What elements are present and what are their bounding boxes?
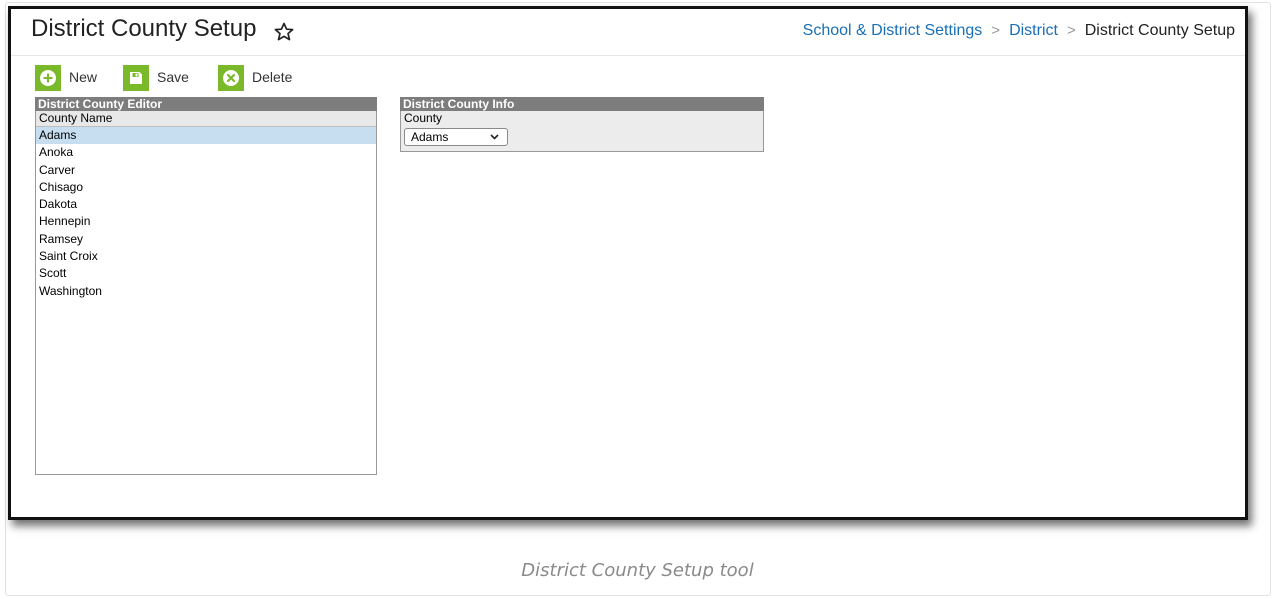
new-label: New	[69, 69, 98, 85]
breadcrumb-separator-icon: >	[1066, 22, 1076, 39]
breadcrumb-school-district-settings[interactable]: School & District Settings	[803, 22, 983, 39]
county-list-item[interactable]: Dakota	[36, 196, 376, 213]
breadcrumb-current: District County Setup	[1084, 22, 1235, 39]
save-label: Save	[157, 69, 189, 85]
delete-button[interactable]: Delete	[218, 65, 303, 91]
new-button[interactable]: New	[35, 65, 105, 91]
county-list-item[interactable]: Carver	[36, 162, 376, 179]
county-name-column-header[interactable]: County Name	[36, 111, 376, 127]
app-window: District County Setup School & District …	[8, 6, 1248, 520]
plus-circle-icon	[35, 65, 61, 91]
district-county-info: District County Info County Adams	[400, 97, 764, 152]
page-title: District County Setup	[31, 15, 257, 42]
county-list-item[interactable]: Saint Croix	[36, 248, 376, 265]
county-list-item[interactable]: Hennepin	[36, 213, 376, 230]
chevron-down-icon	[490, 134, 499, 140]
county-list-item[interactable]: Scott	[36, 265, 376, 282]
breadcrumb-district[interactable]: District	[1009, 22, 1058, 39]
breadcrumb: School & District Settings > District > Dist…	[803, 22, 1235, 40]
floppy-disk-icon	[123, 65, 149, 91]
county-label: County	[404, 111, 443, 125]
county-select[interactable]: Adams	[404, 128, 508, 146]
county-list-item[interactable]: Anoka	[36, 144, 376, 161]
county-list-item[interactable]: Washington	[36, 283, 376, 300]
figure-caption: District County Setup tool	[521, 560, 754, 581]
editor-header: District County Editor	[35, 97, 377, 111]
page-header: District County Setup School & District …	[11, 9, 1245, 56]
star-icon[interactable]	[274, 22, 294, 42]
county-list: Adams Anoka Carver Chisago Dakota Hennepin Ram…	[36, 127, 376, 300]
county-list-item[interactable]: Ramsey	[36, 231, 376, 248]
info-header: District County Info	[400, 97, 764, 111]
county-list-item[interactable]: Adams	[36, 127, 376, 145]
district-county-editor: District County Editor County Name Adams…	[35, 97, 377, 475]
county-select-value: Adams	[411, 130, 449, 144]
x-circle-icon	[218, 65, 244, 91]
breadcrumb-separator-icon: >	[991, 22, 1001, 39]
delete-label: Delete	[252, 69, 293, 85]
save-button[interactable]: Save	[123, 65, 198, 91]
county-list-item[interactable]: Chisago	[36, 179, 376, 196]
